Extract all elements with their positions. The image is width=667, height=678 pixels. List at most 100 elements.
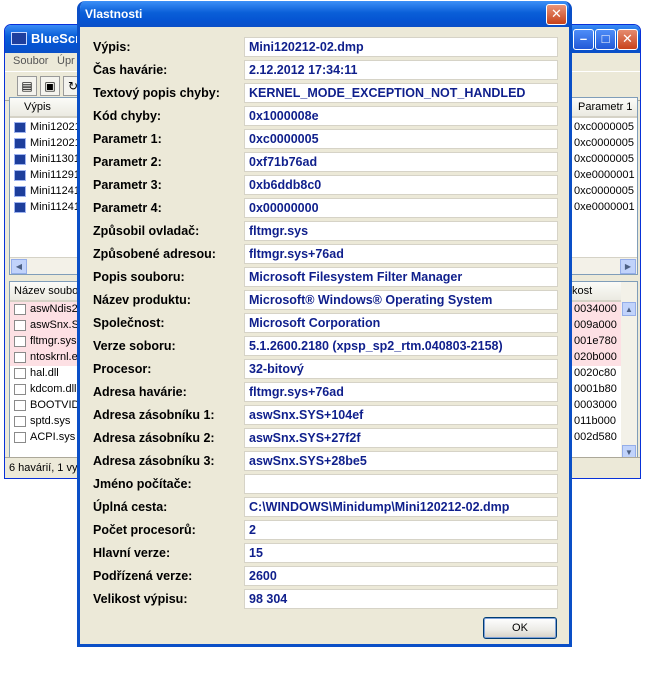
scroll-right-icon[interactable]: ▶ [620,259,636,274]
property-value-field[interactable] [244,474,558,494]
driver-list-vscrollbar[interactable]: ▲ ▼ [621,282,637,460]
file-icon [14,416,26,427]
property-label: Způsobené adresou: [93,247,216,261]
property-label: Adresa zásobníku 1: [93,408,215,422]
ok-button[interactable]: OK [483,617,557,639]
dialog-title: Vlastnosti [85,7,143,21]
dump-icon [14,154,26,165]
property-label: Popis souboru: [93,270,185,284]
property-row: Kód chyby: 0x1000008e [90,106,560,126]
property-row: Procesor: 32-bitový [90,359,560,379]
property-row: Způsobené adresou: fltmgr.sys+76ad [90,244,560,264]
properties-tool-icon[interactable]: ▤ [17,76,37,96]
property-value-field[interactable]: 2 [244,520,558,540]
dump-icon [14,202,26,213]
property-label: Způsobil ovladač: [93,224,200,238]
menu-file[interactable]: Soubor [13,55,48,67]
property-value-field[interactable]: C:\WINDOWS\Minidump\Mini120212-02.dmp [244,497,558,517]
property-label: Kód chyby: [93,109,162,123]
property-value-field[interactable]: 0x00000000 [244,198,558,218]
property-row: Společnost: Microsoft Corporation [90,313,560,333]
main-close-button[interactable]: ✕ [617,29,638,50]
column-header-filename[interactable]: Název soubo [14,285,78,297]
property-label: Výpis: [93,40,131,54]
property-value-field[interactable]: 32-bitový [244,359,558,379]
property-value-field[interactable]: Mini120212-02.dmp [244,37,558,57]
file-icon [14,384,26,395]
menu-edit[interactable]: Úpr [57,55,75,67]
property-value-field[interactable]: 0xb6ddb8c0 [244,175,558,195]
property-value-field[interactable]: 0xf71b76ad [244,152,558,172]
scroll-left-icon[interactable]: ◀ [11,259,27,274]
property-value-field[interactable]: 2600 [244,566,558,586]
save-tool-icon[interactable]: ▣ [40,76,60,96]
file-icon [14,352,26,363]
property-row: Parametr 2: 0xf71b76ad [90,152,560,172]
monitor-icon [11,32,27,45]
property-row: Výpis: Mini120212-02.dmp [90,37,560,57]
properties-dialog: Vlastnosti ✕ Výpis: Mini120212-02.dmp Čas … [77,1,572,647]
dump-icon [14,122,26,133]
dump-icon [14,170,26,181]
maximize-button[interactable]: □ [595,29,616,50]
property-row: Způsobil ovladač: fltmgr.sys [90,221,560,241]
property-value-field[interactable]: 5.1.2600.2180 (xpsp_sp2_rtm.040803-2158) [244,336,558,356]
property-value-field[interactable]: aswSnx.SYS+104ef [244,405,558,425]
property-row: Parametr 4: 0x00000000 [90,198,560,218]
property-row: Adresa zásobníku 1: aswSnx.SYS+104ef [90,405,560,425]
property-row: Jméno počítače: [90,474,560,494]
property-value-field[interactable]: fltmgr.sys+76ad [244,382,558,402]
property-label: Velikost výpisu: [93,592,188,606]
dialog-close-button[interactable]: ✕ [546,4,567,25]
property-value-field[interactable]: Microsoft Corporation [244,313,558,333]
property-label: Čas havárie: [93,63,168,77]
property-value-field[interactable]: fltmgr.sys [244,221,558,241]
dialog-title-bar[interactable]: Vlastnosti ✕ [80,1,569,27]
property-row: Název produktu: Microsoft® Windows® Opera… [90,290,560,310]
property-row: Adresa zásobníku 2: aswSnx.SYS+27f2f [90,428,560,448]
close-icon: ✕ [551,6,562,21]
property-value-field[interactable]: Microsoft® Windows® Operating System [244,290,558,310]
column-header-size[interactable]: kost [572,285,592,297]
property-row: Parametr 3: 0xb6ddb8c0 [90,175,560,195]
file-icon [14,400,26,411]
property-value-field[interactable]: fltmgr.sys+76ad [244,244,558,264]
property-label: Úplná cesta: [93,500,168,514]
main-window-title: BlueScr [31,31,81,46]
property-row: Adresa havárie: fltmgr.sys+76ad [90,382,560,402]
property-row: Hlavní verze: 15 [90,543,560,563]
property-value-field[interactable]: 0xc0000005 [244,129,558,149]
property-row: Velikost výpisu: 98 304 [90,589,560,609]
file-icon [14,304,26,315]
scroll-up-icon[interactable]: ▲ [622,302,636,316]
property-label: Parametr 1: [93,132,162,146]
property-label: Počet procesorů: [93,523,196,537]
property-value-field[interactable]: aswSnx.SYS+28be5 [244,451,558,471]
property-label: Název produktu: [93,293,191,307]
property-row: Úplná cesta: C:\WINDOWS\Minidump\Mini1202… [90,497,560,517]
property-value-field[interactable]: 98 304 [244,589,558,609]
property-value-field[interactable]: Microsoft Filesystem Filter Manager [244,267,558,287]
property-label: Adresa zásobníku 2: [93,431,215,445]
property-row: Podřízená verze: 2600 [90,566,560,586]
property-label: Parametr 3: [93,178,162,192]
property-label: Adresa zásobníku 3: [93,454,215,468]
property-row: Adresa zásobníku 3: aswSnx.SYS+28be5 [90,451,560,471]
property-value-field[interactable]: KERNEL_MODE_EXCEPTION_NOT_HANDLED [244,83,558,103]
property-row: Počet procesorů: 2 [90,520,560,540]
column-header-param1[interactable]: Parametr 1 [578,101,632,113]
property-label: Jméno počítače: [93,477,192,491]
property-row: Textový popis chyby: KERNEL_MODE_EXCEPTIO… [90,83,560,103]
property-value-field[interactable]: 2.12.2012 17:34:11 [244,60,558,80]
property-value-field[interactable]: 0x1000008e [244,106,558,126]
dump-icon [14,186,26,197]
property-value-field[interactable]: aswSnx.SYS+27f2f [244,428,558,448]
property-label: Textový popis chyby: [93,86,220,100]
minimize-button[interactable]: – [573,29,594,50]
column-header-dump[interactable]: Výpis [24,101,51,113]
property-row: Čas havárie: 2.12.2012 17:34:11 [90,60,560,80]
property-label: Podřízená verze: [93,569,193,583]
property-label: Hlavní verze: [93,546,171,560]
property-value-field[interactable]: 15 [244,543,558,563]
file-icon [14,432,26,443]
